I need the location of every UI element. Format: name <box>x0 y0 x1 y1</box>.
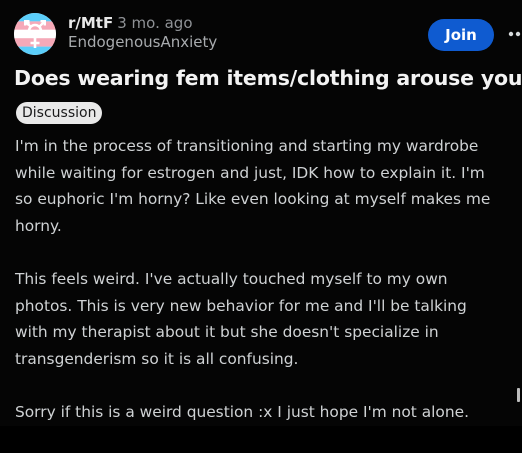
body-line: photos. This is very new behavior for me… <box>15 296 467 315</box>
subreddit-name[interactable]: r/MtF <box>68 14 113 32</box>
trans-symbol-icon <box>14 13 56 55</box>
subreddit-line: r/MtF 3 mo. ago <box>68 14 217 33</box>
post-title[interactable]: Does wearing fem items/clothing arouse y… <box>14 63 522 93</box>
body-line: horny. <box>15 216 62 235</box>
scroll-indicator <box>517 388 520 402</box>
post-flair[interactable]: Discussion <box>16 102 103 124</box>
post-meta: r/MtF 3 mo. ago EndogenousAnxiety <box>68 14 217 52</box>
post-body: I'm in the process of transitioning and … <box>15 133 522 453</box>
body-line: transgenderism so it is all confusing. <box>15 349 299 368</box>
body-line: while waiting for estrogen and just, IDK… <box>15 163 485 182</box>
post-author[interactable]: EndogenousAnxiety <box>68 33 217 52</box>
post-paragraph: This feels weird. I've actually touched … <box>15 266 522 372</box>
subreddit-avatar[interactable] <box>14 13 56 55</box>
body-line: I'm in the process of transitioning and … <box>15 137 479 155</box>
post-header: r/MtF 3 mo. ago EndogenousAnxiety Join <box>14 10 522 58</box>
reddit-post: r/MtF 3 mo. ago EndogenousAnxiety Join Do… <box>0 0 522 426</box>
join-button[interactable]: Join <box>428 19 494 51</box>
body-line: Sorry if this is a weird question :x I j… <box>15 403 469 421</box>
post-paragraph: I'm in the process of transitioning and … <box>15 133 522 239</box>
body-line: so euphoric I'm horny? Like even looking… <box>15 190 491 208</box>
post-paragraph: Sorry if this is a weird question :x I j… <box>15 399 522 426</box>
body-line: This feels weird. I've actually touched … <box>15 270 448 288</box>
post-time: 3 mo. ago <box>117 14 193 32</box>
body-line: with my therapist about it but she doesn… <box>15 323 439 341</box>
ellipsis-icon[interactable] <box>508 26 522 42</box>
